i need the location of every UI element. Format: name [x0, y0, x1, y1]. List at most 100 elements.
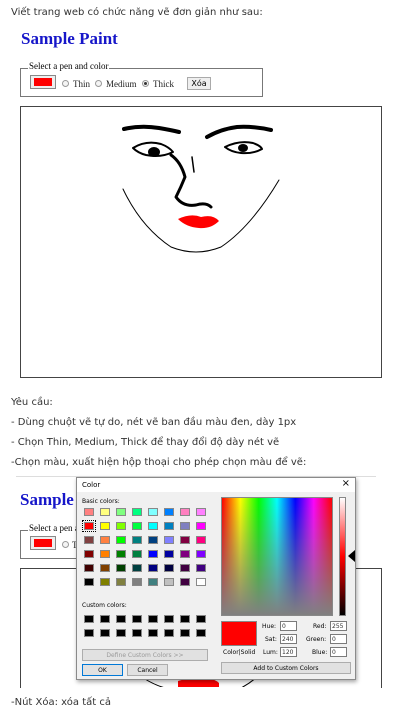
- hue-input[interactable]: 0: [280, 621, 297, 631]
- basic-color-cell[interactable]: [148, 550, 158, 558]
- basic-color-cell[interactable]: [82, 520, 96, 532]
- colorsolid-label: Color|Solid: [223, 649, 256, 656]
- requirement-item: - Chọn Thin, Medium, Thick để thay đổi đ…: [11, 437, 280, 448]
- blue-input[interactable]: 0: [330, 647, 347, 657]
- basic-color-cell[interactable]: [196, 508, 206, 516]
- pen-color-legend: Select a pen and color: [28, 61, 110, 71]
- radio-thick[interactable]: [142, 80, 149, 87]
- basic-color-cell[interactable]: [164, 522, 174, 530]
- custom-color-cell[interactable]: [148, 629, 158, 637]
- custom-color-cell[interactable]: [116, 629, 126, 637]
- custom-colors-label: Custom colors:: [82, 602, 127, 609]
- basic-color-cell[interactable]: [116, 508, 126, 516]
- basic-color-cell[interactable]: [132, 550, 142, 558]
- basic-color-cell[interactable]: [196, 550, 206, 558]
- basic-color-cell[interactable]: [180, 550, 190, 558]
- basic-color-cell[interactable]: [84, 508, 94, 516]
- requirement-footer: -Nút Xóa: xóa tất cả: [11, 697, 111, 708]
- drawing-canvas[interactable]: [20, 106, 382, 378]
- basic-color-cell[interactable]: [164, 508, 174, 516]
- basic-color-cell[interactable]: [132, 578, 142, 586]
- basic-color-cell[interactable]: [196, 578, 206, 586]
- cancel-button[interactable]: Cancel: [127, 664, 168, 676]
- radio-thin-2[interactable]: [62, 541, 69, 548]
- custom-color-cell[interactable]: [180, 629, 190, 637]
- clear-button[interactable]: Xóa: [187, 77, 211, 90]
- intro-text: Viết trang web có chức năng vẽ đơn giản …: [11, 7, 263, 18]
- basic-color-cell[interactable]: [196, 564, 206, 572]
- app-title-2: Sample: [20, 490, 74, 509]
- basic-color-cell[interactable]: [164, 536, 174, 544]
- basic-color-cell[interactable]: [100, 522, 110, 530]
- sat-input[interactable]: 240: [280, 634, 297, 644]
- custom-color-cell[interactable]: [132, 615, 142, 623]
- color-picker-button-2[interactable]: [30, 536, 56, 550]
- basic-color-cell[interactable]: [132, 536, 142, 544]
- basic-color-cell[interactable]: [148, 522, 158, 530]
- basic-color-cell[interactable]: [100, 578, 110, 586]
- face-drawing: [122, 124, 280, 253]
- pen-color-legend-2: Select a pen a: [28, 523, 80, 533]
- basic-color-cell[interactable]: [132, 522, 142, 530]
- custom-color-cell[interactable]: [100, 615, 110, 623]
- color-swatch-2: [34, 539, 52, 547]
- color-dialog: Color × Basic colors: Custom colors: Def…: [76, 477, 356, 680]
- color-picker-button[interactable]: [30, 75, 56, 89]
- basic-color-cell[interactable]: [164, 578, 174, 586]
- color-preview: [221, 621, 257, 646]
- basic-color-cell[interactable]: [180, 536, 190, 544]
- basic-color-cell[interactable]: [132, 564, 142, 572]
- basic-color-cell[interactable]: [148, 564, 158, 572]
- basic-color-cell[interactable]: [100, 508, 110, 516]
- custom-color-cell[interactable]: [196, 615, 206, 623]
- custom-color-cell[interactable]: [148, 615, 158, 623]
- basic-color-cell[interactable]: [148, 536, 158, 544]
- green-label: Green:: [306, 636, 327, 643]
- close-icon[interactable]: ×: [342, 478, 350, 489]
- basic-color-cell[interactable]: [116, 536, 126, 544]
- basic-color-cell[interactable]: [116, 522, 126, 530]
- basic-color-cell[interactable]: [100, 536, 110, 544]
- custom-color-cell[interactable]: [100, 629, 110, 637]
- basic-color-cell[interactable]: [196, 522, 206, 530]
- basic-color-cell[interactable]: [116, 564, 126, 572]
- custom-color-cell[interactable]: [116, 615, 126, 623]
- red-input[interactable]: 255: [330, 621, 347, 631]
- basic-color-cell[interactable]: [196, 536, 206, 544]
- basic-color-cell[interactable]: [84, 550, 94, 558]
- basic-color-cell[interactable]: [180, 564, 190, 572]
- custom-color-cell[interactable]: [164, 615, 174, 623]
- lum-input[interactable]: 120: [280, 647, 297, 657]
- color-spectrum[interactable]: [221, 497, 333, 616]
- basic-color-cell[interactable]: [180, 522, 190, 530]
- custom-color-cell[interactable]: [132, 629, 142, 637]
- hue-label: Hue:: [262, 623, 277, 630]
- add-to-custom-colors-button[interactable]: Add to Custom Colors: [221, 662, 351, 674]
- basic-color-cell[interactable]: [116, 550, 126, 558]
- green-input[interactable]: 0: [330, 634, 347, 644]
- basic-color-cell[interactable]: [100, 564, 110, 572]
- define-custom-colors-button[interactable]: Define Custom Colors >>: [82, 649, 208, 661]
- basic-color-cell[interactable]: [100, 550, 110, 558]
- basic-color-cell[interactable]: [116, 578, 126, 586]
- custom-color-cell[interactable]: [84, 615, 94, 623]
- basic-color-cell[interactable]: [84, 564, 94, 572]
- basic-color-cell[interactable]: [180, 508, 190, 516]
- basic-color-cell[interactable]: [148, 578, 158, 586]
- custom-color-cell[interactable]: [84, 629, 94, 637]
- basic-color-cell[interactable]: [180, 578, 190, 586]
- basic-color-cell[interactable]: [148, 508, 158, 516]
- basic-color-cell[interactable]: [132, 508, 142, 516]
- radio-thin[interactable]: [62, 80, 69, 87]
- basic-color-cell[interactable]: [84, 578, 94, 586]
- radio-medium[interactable]: [95, 80, 102, 87]
- custom-color-cell[interactable]: [196, 629, 206, 637]
- luminance-slider[interactable]: [339, 497, 346, 616]
- basic-color-cell[interactable]: [84, 536, 94, 544]
- custom-color-cell[interactable]: [164, 629, 174, 637]
- basic-color-cell[interactable]: [164, 550, 174, 558]
- slider-arrow-icon[interactable]: [348, 550, 355, 562]
- ok-button[interactable]: OK: [82, 664, 123, 676]
- basic-color-cell[interactable]: [164, 564, 174, 572]
- custom-color-cell[interactable]: [180, 615, 190, 623]
